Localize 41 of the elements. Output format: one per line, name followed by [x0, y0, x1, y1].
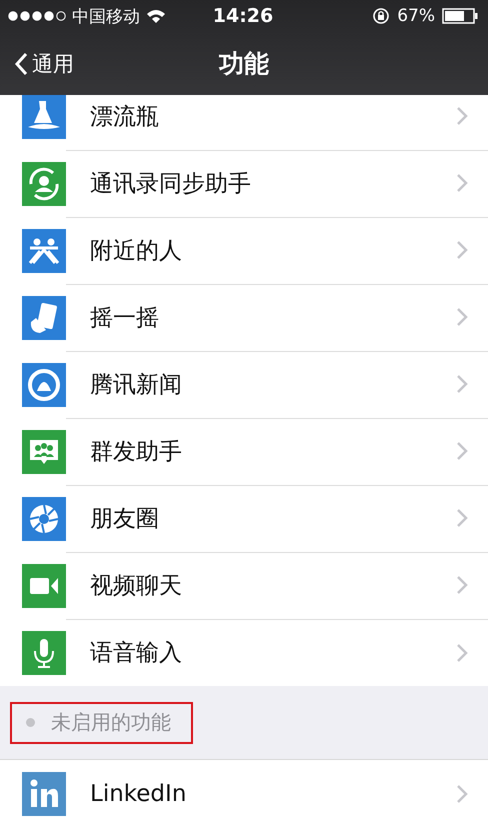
back-chevron-icon	[14, 52, 28, 76]
nav-title: 功能	[219, 49, 269, 78]
chevron-icon	[456, 575, 468, 595]
chevron-icon	[456, 374, 468, 394]
feature-label: 腾讯新闻	[90, 370, 183, 400]
carrier-name: 中国移动	[72, 6, 140, 28]
chevron-icon	[456, 173, 468, 193]
feature-row[interactable]: 摇一摇	[0, 284, 488, 351]
feature-label: 附近的人	[90, 236, 183, 266]
back-button[interactable]: 通用	[0, 50, 74, 78]
chevron-icon	[456, 240, 468, 260]
feature-label: 语音输入	[90, 639, 183, 668]
status-time: 14:26	[212, 5, 274, 27]
signal-icon	[8, 11, 66, 21]
feature-row[interactable]: 通讯录同步助手	[0, 150, 488, 217]
feature-label: 通讯录同步助手	[90, 170, 252, 198]
feature-row[interactable]: LinkedIn	[0, 760, 488, 825]
feature-row[interactable]: 语音输入	[0, 619, 488, 686]
section-header: 未启用的功能	[10, 702, 193, 744]
feature-label: 视频聊天	[90, 572, 183, 600]
feature-row[interactable]: 群发助手	[0, 418, 488, 485]
feature-row[interactable]: 朋友圈	[0, 485, 488, 552]
chevron-icon	[456, 106, 468, 126]
feature-row[interactable]: 腾讯新闻	[0, 351, 488, 418]
feature-label: LinkedIn	[90, 780, 188, 806]
chevron-icon	[456, 508, 468, 528]
chevron-icon	[456, 642, 468, 662]
feature-label: 摇一摇	[90, 304, 160, 332]
chevron-icon	[456, 307, 468, 327]
chevron-icon	[456, 784, 468, 804]
battery-icon	[442, 8, 478, 24]
battery-percent: 67%	[397, 6, 436, 26]
chevron-icon	[456, 441, 468, 461]
rotation-lock-icon	[372, 7, 390, 25]
wifi-icon	[146, 8, 166, 24]
feature-label: 朋友圈	[90, 504, 160, 534]
feature-row[interactable]: 附近的人	[0, 217, 488, 284]
feature-label: 群发助手	[90, 438, 183, 466]
feature-row[interactable]: 漂流瓶	[0, 95, 488, 150]
feature-row[interactable]: 视频聊天	[0, 552, 488, 619]
feature-label: 漂流瓶	[90, 102, 160, 132]
